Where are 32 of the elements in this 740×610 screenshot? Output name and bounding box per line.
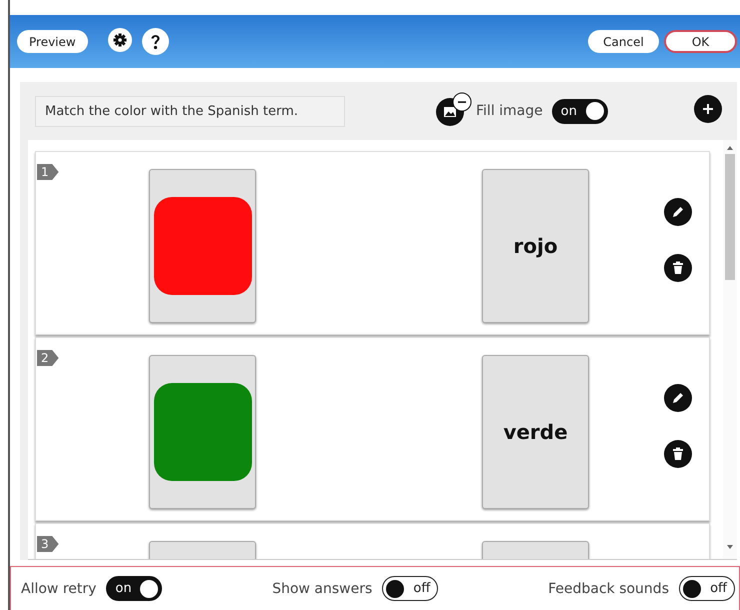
term-text: verde [503,420,568,444]
option-label: Feedback sounds [548,580,669,596]
settings-icon[interactable] [108,28,132,52]
term-card[interactable]: rojo [482,169,589,323]
toggle-switch[interactable]: off [382,576,438,601]
number-tag: 1 [37,164,59,180]
cancel-button[interactable]: Cancel [588,30,659,53]
scroll-up-icon[interactable] [726,144,734,152]
scroll-down-icon[interactable] [726,543,734,551]
toggle-switch[interactable]: off [679,576,735,601]
term-text: rojo [513,234,558,258]
image-card[interactable] [149,355,256,509]
toggle-switch[interactable]: on [106,576,162,601]
add-icon[interactable] [694,95,722,123]
delete-icon[interactable] [664,254,692,282]
ok-button[interactable]: OK [664,30,737,53]
image-card[interactable] [149,169,256,323]
edit-icon[interactable] [664,384,692,412]
number-tag: 3 [37,536,59,552]
term-card[interactable]: verde [482,355,589,509]
instruction-field[interactable]: Match the color with the Spanish term. [35,96,345,126]
option-label: Show answers [272,580,372,596]
toggle-switch[interactable]: on [552,98,608,124]
help-icon[interactable] [142,28,169,55]
number-tag: 2 [37,350,59,366]
fill-image-label: Fill image [476,103,543,119]
edit-icon[interactable] [664,198,692,226]
image-icon[interactable] [435,92,473,126]
preview-button[interactable]: Preview [17,30,88,53]
scrollbar-thumb[interactable] [725,154,735,280]
delete-icon[interactable] [664,440,692,468]
option-label: Allow retry [21,580,96,596]
